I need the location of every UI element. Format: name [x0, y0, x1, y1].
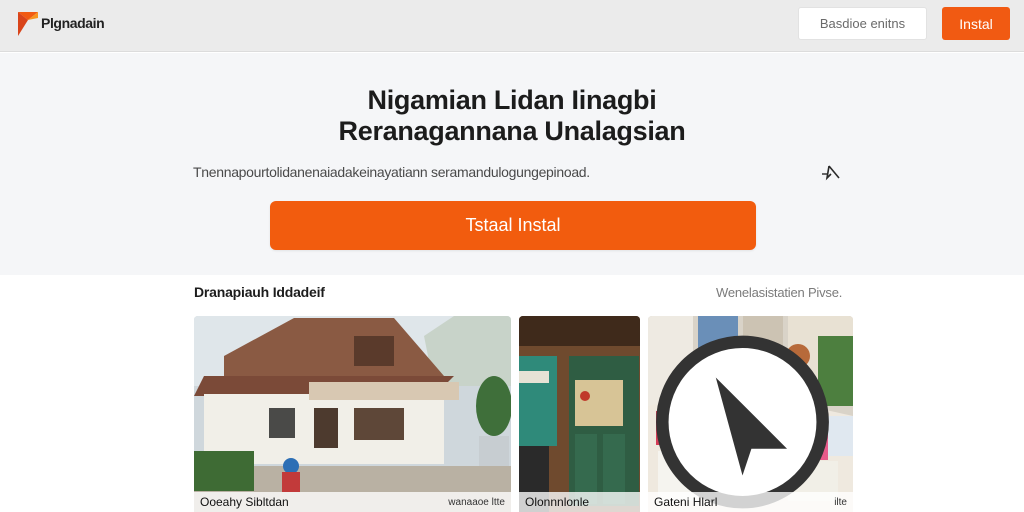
gallery-card[interactable]: Ooeahy Sibltdan wanaaoe ltte — [194, 316, 511, 512]
card-caption: Gateni Hlarl ilte — [648, 492, 853, 512]
section-view-all-link[interactable]: Wenelasistatien Pivse. — [716, 285, 842, 300]
section-title: Dranapiauh Iddadeif — [194, 284, 325, 300]
gallery-card[interactable]: Olonnnlonle — [519, 316, 640, 512]
top-bar: Plgnadain Basdioe enitns Instal — [0, 0, 1024, 52]
brand-logo-icon — [18, 12, 38, 36]
header-install-button[interactable]: Instal — [942, 7, 1010, 40]
brand[interactable]: Plgnadain — [16, 8, 105, 38]
hero-install-button[interactable]: Tstaal Instal — [270, 201, 756, 250]
brand-name: Plgnadain — [41, 15, 105, 31]
hero-description: Tnennapourtolidanenaiadakeinayatiann ser… — [193, 164, 590, 180]
hero-title: Nigamian Lidan Iinagbi Reranagannana Una… — [0, 85, 1024, 147]
card-title: Gateni Hlarl — [654, 495, 718, 509]
card-meta: wanaaoe ltte — [448, 496, 505, 508]
shop-door-image — [519, 316, 640, 512]
hero-section: Nigamian Lidan Iinagbi Reranagannana Una… — [0, 53, 1024, 275]
search-button[interactable]: Basdioe enitns — [798, 7, 927, 40]
hero-title-line1: Nigamian Lidan Iinagbi — [367, 85, 657, 115]
cursor-badge-icon — [656, 335, 829, 509]
card-title: Olonnnlonle — [525, 495, 590, 509]
gallery-card[interactable]: Gateni Hlarl ilte — [648, 316, 853, 512]
card-caption: Olonnnlonle — [519, 492, 640, 512]
card-meta: ilte — [834, 496, 847, 508]
cursor-icon — [822, 165, 840, 181]
house-photo-image — [194, 316, 511, 512]
card-caption: Ooeahy Sibltdan wanaaoe ltte — [194, 492, 511, 512]
hero-title-line2: Reranagannana Unalagsian — [338, 116, 686, 146]
card-title: Ooeahy Sibltdan — [200, 495, 289, 509]
